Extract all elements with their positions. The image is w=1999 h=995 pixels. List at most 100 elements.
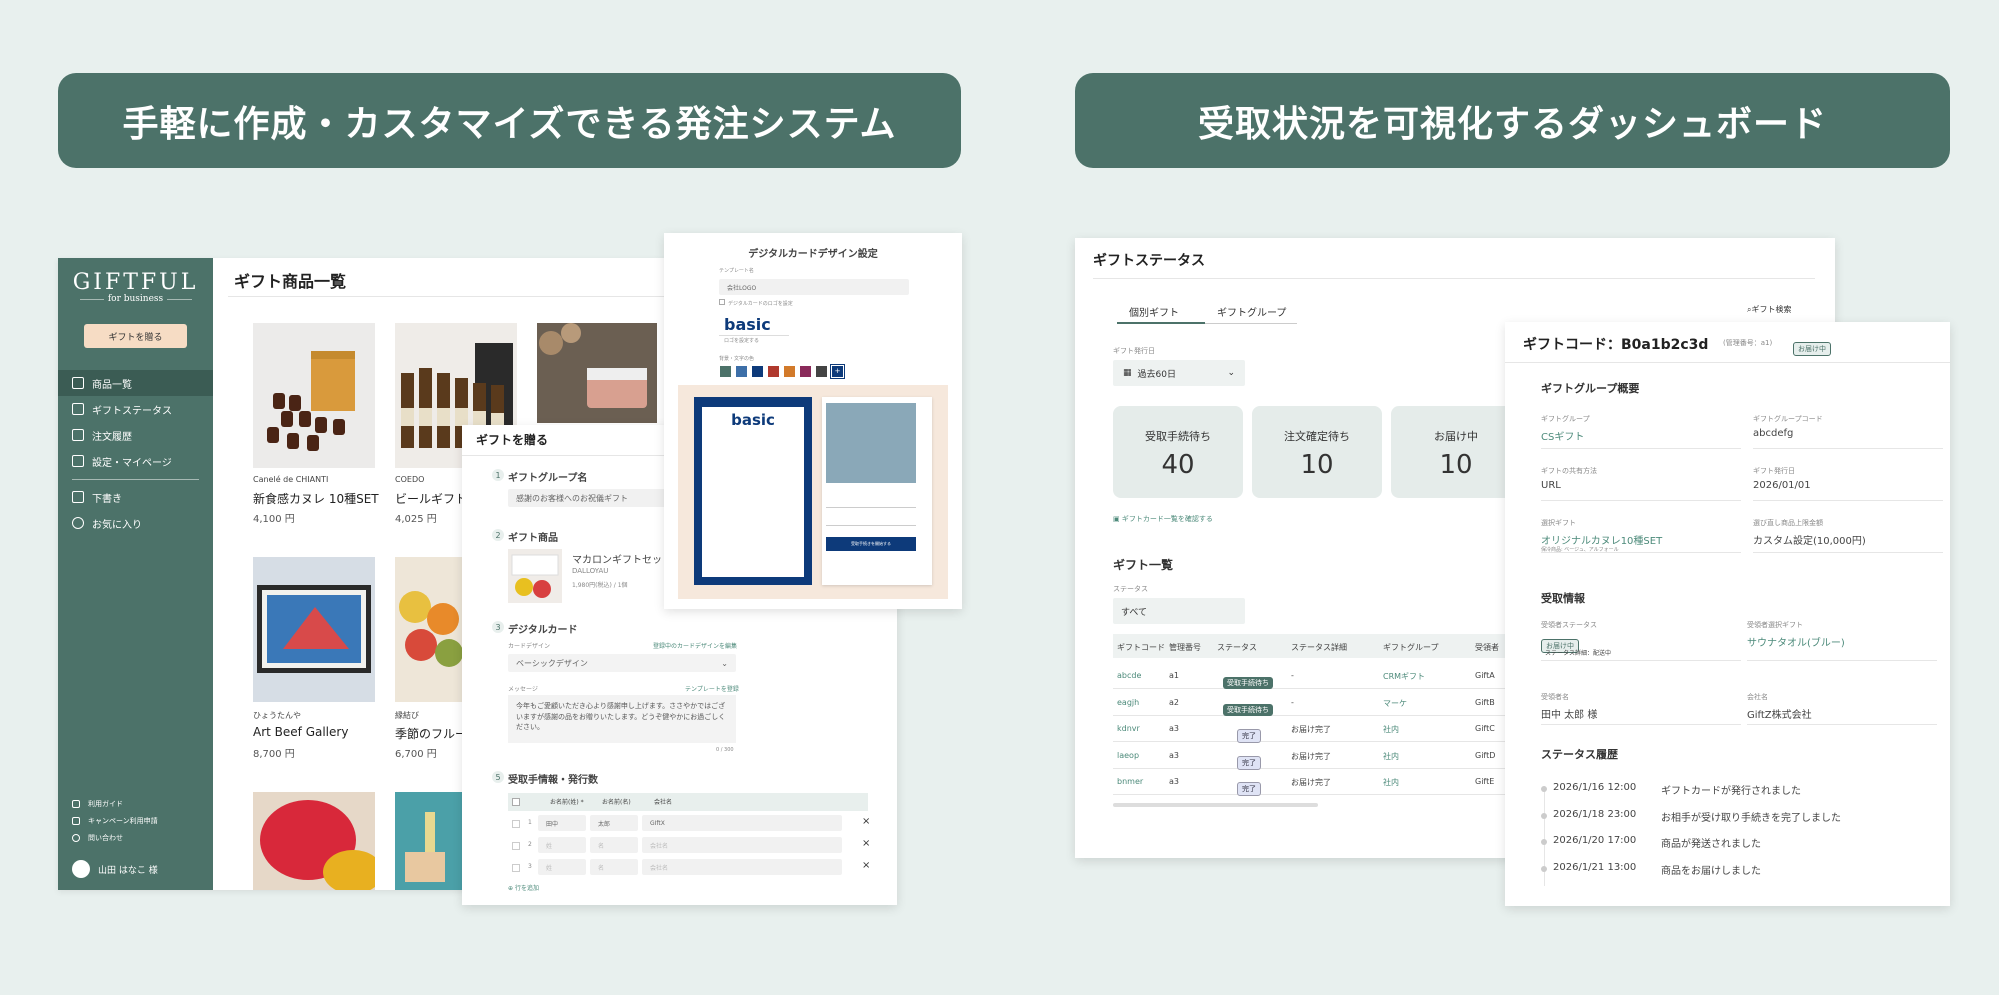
product-image-macaron[interactable] — [253, 792, 375, 890]
color-swatch-orange[interactable] — [784, 366, 795, 377]
group-name-input[interactable]: 感謝のお客様へのお祝儀ギフト — [508, 489, 668, 507]
footer-campaign-link[interactable]: キャンペーン利用申請 — [58, 813, 213, 829]
detail-field-link[interactable]: オリジナルカヌレ10種SET — [1541, 532, 1662, 547]
gift-table-row[interactable]: bnmer a3 完了 お届け完了 社内 GiftE — [1113, 769, 1523, 796]
product-image-meat[interactable] — [537, 323, 657, 423]
gift-table-row[interactable]: laeop a3 完了 お届け完了 社内 GiftD — [1113, 743, 1523, 770]
sidebar-item-settings[interactable]: 設定・マイページ — [58, 448, 213, 474]
product-name[interactable]: Art Beef Gallery — [253, 725, 348, 739]
gift-recipient: GiftA — [1475, 671, 1495, 680]
detail-field-value: カスタム設定(10,000円) — [1753, 536, 1866, 547]
last-name-input[interactable]: 田中 — [538, 815, 586, 831]
color-swatch-blue[interactable] — [736, 366, 747, 377]
remove-row-icon[interactable]: × — [862, 816, 870, 827]
gift-code-link[interactable]: bnmer — [1117, 777, 1143, 786]
history-text: お相手が受け取り手続きを完了しました — [1661, 812, 1841, 824]
tab-group[interactable]: ギフトグループ — [1217, 304, 1286, 319]
first-name-input[interactable]: 太郎 — [590, 815, 638, 831]
last-name-input[interactable]: 姓 — [538, 837, 586, 853]
color-label: 背景・文字の色 — [719, 356, 755, 362]
row-checkbox[interactable] — [512, 864, 520, 872]
footer-guide-link[interactable]: 利用ガイド — [58, 796, 213, 812]
send-gift-button[interactable]: ギフトを贈る — [84, 324, 187, 348]
message-textarea[interactable]: 今年もご愛顧いただき心より感謝申し上げます。ささやかではございますが感謝の品をお… — [508, 695, 736, 743]
add-row-button[interactable]: ⊕ 行を追加 — [508, 883, 539, 892]
company-input[interactable]: 会社名 — [642, 859, 842, 875]
sidebar-item-favorites[interactable]: お気に入り — [58, 510, 213, 536]
receive-status-label: 受領者ステータス — [1541, 621, 1597, 629]
template-input[interactable]: 会社LOGO — [719, 279, 909, 295]
horizontal-scrollbar[interactable] — [1113, 803, 1318, 807]
edit-card-design-link[interactable]: 登録中のカードデザインを編集 — [653, 641, 737, 650]
timeline-dot — [1541, 812, 1547, 819]
avatar — [72, 860, 90, 878]
row-checkbox[interactable] — [512, 820, 520, 828]
card-design-select[interactable]: ベーシックデザイン ⌄ — [508, 654, 736, 672]
logo-checkbox[interactable]: デジタルカードのロゴを設定 — [719, 299, 793, 307]
sidebar-item-drafts[interactable]: 下書き — [58, 484, 213, 510]
company-input[interactable]: GIftX — [642, 815, 842, 831]
first-name-input[interactable]: 名 — [590, 859, 638, 875]
product-name[interactable]: 新食感カヌレ 10種SET — [253, 490, 379, 507]
color-swatch-red[interactable] — [768, 366, 779, 377]
card-design-label: カードデザイン — [508, 643, 551, 650]
color-swatch-purple[interactable] — [800, 366, 811, 377]
product-name[interactable]: ビールギフト — [395, 490, 467, 507]
gift-table-row[interactable]: kdnvr a3 完了 お届け完了 社内 GiftC — [1113, 716, 1523, 743]
product-brand: 縁結び — [395, 711, 419, 720]
tab-individual[interactable]: 個別ギフト — [1129, 304, 1179, 319]
color-swatch-selected[interactable]: + — [830, 364, 845, 379]
step-number: 1 — [492, 469, 504, 481]
logo-checkbox-label: デジタルカードのロゴを設定 — [728, 301, 793, 307]
gift-table-row[interactable]: eagjh a2 受取手続待ち - マーケ GiftB — [1113, 690, 1523, 716]
company-input[interactable]: 会社名 — [642, 837, 842, 853]
remove-row-icon[interactable]: × — [862, 860, 870, 871]
gift-group-link[interactable]: 社内 — [1383, 751, 1399, 762]
gift-code-link[interactable]: eagjh — [1117, 698, 1139, 707]
product-price: 8,700 円 — [253, 749, 295, 760]
color-swatch-gray[interactable] — [816, 366, 827, 377]
status-card-delivering[interactable]: お届け中 10 — [1391, 406, 1521, 498]
user-menu[interactable]: 山田 はなこ 様 — [58, 856, 213, 882]
gift-search-button[interactable]: ⌕ギフト検索 — [1747, 304, 1791, 315]
gift-group-link[interactable]: マーケ — [1383, 698, 1407, 709]
message-template-link[interactable]: テンプレートを登録 — [685, 684, 739, 693]
card-preview-area: basic 受取手続きを開始する — [678, 385, 948, 599]
gift-code-link[interactable]: kdnvr — [1117, 724, 1140, 733]
section-receive-info: 受取情報 — [1541, 592, 1585, 605]
status-filter-select[interactable]: すべて — [1113, 598, 1245, 624]
gift-group-link[interactable]: CRMギフト — [1383, 671, 1425, 682]
sidebar-item-orders[interactable]: 注文履歴 — [58, 422, 213, 448]
footer-label: 利用ガイド — [88, 800, 123, 808]
gift-code-link[interactable]: abcde — [1117, 671, 1141, 680]
color-swatch-navy[interactable] — [752, 366, 763, 377]
gift-group-link[interactable]: 社内 — [1383, 777, 1399, 788]
card-list-link[interactable]: ▣ ギフトカード一覧を確認する — [1113, 514, 1213, 524]
product-image-champagne[interactable] — [395, 792, 463, 890]
footer-contact-link[interactable]: 問い合わせ — [58, 830, 213, 846]
remove-row-icon[interactable]: × — [862, 838, 870, 849]
status-card-confirm[interactable]: 注文確定待ち 10 — [1252, 406, 1382, 498]
divider — [826, 507, 916, 508]
color-swatch-green[interactable] — [720, 366, 731, 377]
select-all-checkbox[interactable] — [512, 798, 520, 806]
product-image-canele[interactable] — [253, 323, 375, 468]
gift-code-link[interactable]: laeop — [1117, 751, 1139, 760]
tab-underline — [1205, 323, 1297, 324]
sidebar-item-status[interactable]: ギフトステータス — [58, 396, 213, 422]
product-image-art-beef[interactable] — [253, 557, 375, 702]
last-name-input[interactable]: 姓 — [538, 859, 586, 875]
chosen-gift-link[interactable]: サウナタオル(ブルー) — [1747, 634, 1845, 649]
detail-field-link[interactable]: CSギフト — [1541, 428, 1584, 443]
first-name-input[interactable]: 名 — [590, 837, 638, 853]
date-select[interactable]: ▦ 過去60日 ⌄ — [1113, 360, 1245, 386]
sidebar-item-products[interactable]: 商品一覧 — [58, 370, 213, 396]
gift-status-badge: 完了 — [1237, 750, 1261, 770]
gift-group-link[interactable]: 社内 — [1383, 724, 1399, 735]
gift-table-row[interactable]: abcde a1 受取手続待ち - CRMギフト GiftA — [1113, 663, 1523, 689]
row-checkbox[interactable] — [512, 842, 520, 850]
message-label: メッセージ — [508, 686, 538, 693]
product-name[interactable]: 季節のフルー — [395, 725, 467, 742]
status-card-pending[interactable]: 受取手続待ち 40 — [1113, 406, 1243, 498]
product-image-fruit[interactable] — [395, 557, 463, 702]
